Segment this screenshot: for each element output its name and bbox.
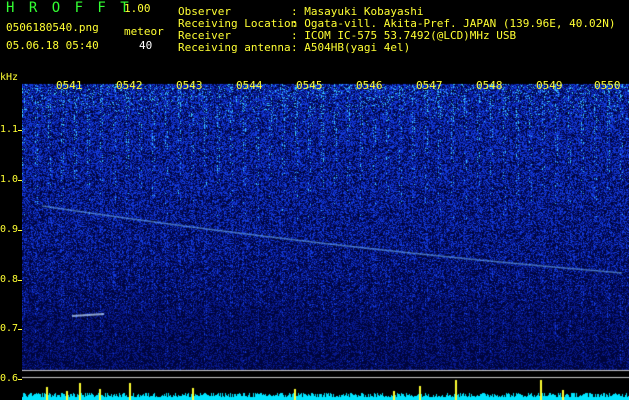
- y-tick-mark: [18, 280, 22, 281]
- x-tick-label: 0541: [56, 79, 83, 92]
- x-tick-label: 0549: [536, 79, 563, 92]
- y-tick-label: 1.0: [0, 174, 19, 185]
- spectrogram-waterfall: [22, 78, 629, 400]
- x-tick-label: 0544: [236, 79, 263, 92]
- x-tick-label: 0545: [296, 79, 323, 92]
- antenna-label: Receiving antenna: [178, 41, 291, 54]
- y-tick-label: 0.9: [0, 224, 19, 235]
- y-tick-label: 1.1: [0, 124, 19, 135]
- x-tick-label: 0550: [594, 79, 621, 92]
- y-tick-mark: [18, 230, 22, 231]
- y-tick-label: 0.8: [0, 274, 19, 285]
- y-tick-mark: [18, 329, 22, 330]
- x-tick-label: 0543: [176, 79, 203, 92]
- app-version: 1.00: [124, 2, 151, 15]
- meteor-label: meteor: [124, 25, 164, 38]
- file-name: 0506180540.png: [6, 21, 99, 34]
- y-tick-label: 0.7: [0, 323, 19, 334]
- y-tick-mark: [18, 379, 22, 380]
- meteor-count: 40: [139, 39, 153, 52]
- antenna-value: : A504HB(yagi 4el): [291, 41, 411, 54]
- app-title: H R O F F T: [6, 0, 132, 16]
- y-tick-mark: [18, 130, 22, 131]
- x-tick-label: 0547: [416, 79, 443, 92]
- x-tick-label: 0548: [476, 79, 503, 92]
- file-datetime: 05.06.18 05:40: [6, 39, 99, 52]
- y-axis-unit-label: kHz: [0, 72, 19, 83]
- y-tick-mark: [18, 180, 22, 181]
- y-tick-label: 0.6: [0, 373, 19, 384]
- x-tick-label: 0546: [356, 79, 383, 92]
- header-panel: H R O F F T 1.00 0506180540.png meteor 0…: [0, 0, 629, 78]
- x-tick-label: 0542: [116, 79, 143, 92]
